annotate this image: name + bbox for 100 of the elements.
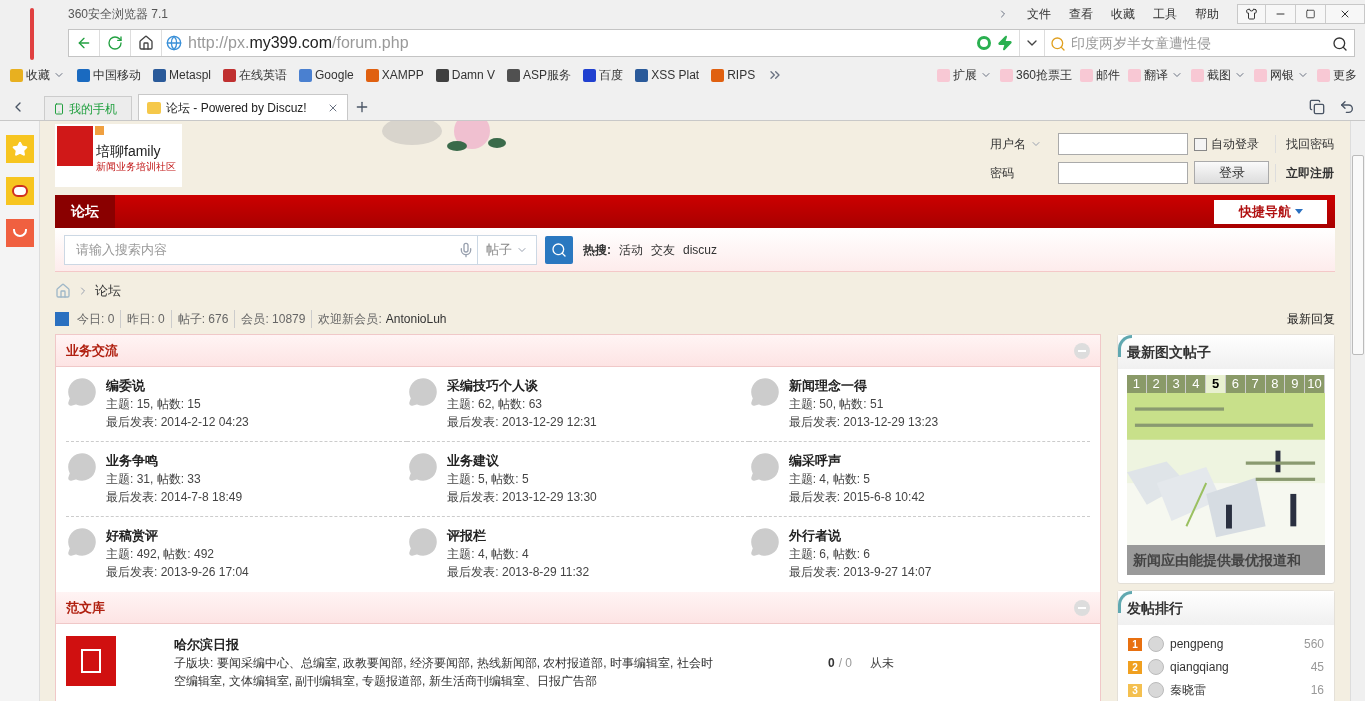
slide-tab[interactable]: 5 xyxy=(1206,375,1226,393)
bookmark-button[interactable]: 在线英语 xyxy=(223,66,288,84)
menu-item[interactable]: 查看 xyxy=(1069,5,1093,23)
register-link[interactable]: 立即注册 xyxy=(1275,163,1334,182)
menu-item[interactable]: 帮助 xyxy=(1195,5,1219,23)
forgot-password-link[interactable]: 找回密码 xyxy=(1275,135,1334,153)
tile-icon xyxy=(507,68,521,82)
bookmark-button[interactable]: Metaspl xyxy=(153,66,212,84)
forum-link[interactable]: 哈尔滨日报 xyxy=(174,636,724,654)
speech-bubble-icon xyxy=(66,452,98,482)
forum-link[interactable]: 评报栏 xyxy=(447,527,590,545)
favorites-button[interactable] xyxy=(5,135,34,163)
forum-link[interactable]: 外行者说 xyxy=(788,527,932,545)
weibo-button[interactable] xyxy=(5,177,34,205)
bookmark-button[interactable]: 中国移动 xyxy=(77,66,141,84)
bookmark-button[interactable]: 扩展 xyxy=(936,66,992,84)
bookmark-button[interactable]: 截图 xyxy=(1191,66,1246,84)
forum-topics: 主题: 15, 帖数: 15 xyxy=(106,396,202,413)
search-type-dropdown[interactable]: 帖子 xyxy=(477,234,537,265)
section-title[interactable]: 范文库 xyxy=(66,597,105,618)
forum-topics: 主题: 6, 帖数: 6 xyxy=(788,546,871,563)
new-tab-icon[interactable] xyxy=(354,99,370,115)
forum-link[interactable]: 新闻理念一得 xyxy=(788,377,939,395)
member-link[interactable]: AntonioLuh xyxy=(385,310,447,328)
user-link[interactable]: qiangqiang xyxy=(1170,658,1229,676)
avatar-icon[interactable] xyxy=(1148,636,1164,652)
hot-search-link[interactable]: 交友 xyxy=(651,240,675,259)
avatar-icon[interactable] xyxy=(1148,682,1164,698)
bookmark-button[interactable]: XAMPP xyxy=(365,66,424,84)
bookmark-button[interactable]: 更多 xyxy=(1317,66,1357,84)
user-link[interactable]: 秦晓雷 xyxy=(1170,681,1206,699)
lightning-icon[interactable] xyxy=(997,35,1013,51)
bookmark-button[interactable]: ASP服务 xyxy=(507,66,572,84)
forum-link[interactable]: 采编技巧个人谈 xyxy=(447,377,597,395)
stat-text: 昨日: 0 xyxy=(127,310,172,328)
logo-tagline: 新闻业务培训社区 xyxy=(96,162,176,172)
login-button[interactable]: 登录 xyxy=(1194,161,1269,184)
search-field[interactable]: 请输入搜索内容 xyxy=(64,234,478,265)
avatar-icon[interactable] xyxy=(1148,659,1164,675)
speech-bubble-icon xyxy=(66,527,98,557)
refresh-icon xyxy=(107,35,123,51)
forum-link[interactable]: 编委说 xyxy=(106,377,249,395)
window-title: 360安全浏览器 7.1 xyxy=(68,6,169,23)
post-count: 45 xyxy=(1310,659,1324,676)
undo-icon[interactable] xyxy=(1339,99,1355,115)
hot-search-link[interactable]: 活动 xyxy=(619,240,643,259)
site-logo[interactable]: 培聊family 新闻业务培训社区 xyxy=(55,124,182,187)
home-icon[interactable] xyxy=(55,283,71,299)
latest-reply-link[interactable]: 最新回复 xyxy=(1287,310,1335,328)
windows-icon[interactable] xyxy=(1309,99,1325,115)
tile-icon xyxy=(223,68,237,82)
today-count: 0 xyxy=(828,655,835,672)
address-field[interactable]: http://px.my399.com/forum.php xyxy=(188,31,409,55)
forum-link[interactable]: 编采呼声 xyxy=(788,452,925,470)
bookmark-button[interactable]: Google xyxy=(299,66,354,84)
tile-icon xyxy=(583,68,597,82)
section-title[interactable]: 业务交流 xyxy=(66,340,118,361)
bookmark-button[interactable]: 网银 xyxy=(1254,66,1309,84)
forum-topics: 主题: 492, 帖数: 492 xyxy=(106,546,216,563)
forum-topics: 主题: 62, 帖数: 63 xyxy=(447,396,544,413)
bookmark-button[interactable]: XSS Plat xyxy=(635,66,700,84)
card-title: 发帖排行 xyxy=(1127,598,1183,618)
bookmark-button[interactable]: 收藏 xyxy=(10,66,65,84)
menu-item[interactable]: 文件 xyxy=(1027,5,1051,23)
search-button[interactable] xyxy=(545,235,573,264)
microphone-icon[interactable] xyxy=(458,241,474,258)
rank-badge: 2 xyxy=(1128,660,1142,674)
hot-search-link[interactable]: discuz xyxy=(683,240,717,259)
bookmark-button[interactable]: RIPS xyxy=(711,66,756,84)
bookmark-button[interactable]: 百度 xyxy=(583,66,624,84)
bookmark-button[interactable]: 360抢票王 xyxy=(999,66,1072,84)
caret-icon xyxy=(1294,209,1303,214)
tile-icon xyxy=(10,68,23,82)
breadcrumb-link[interactable]: 论坛 xyxy=(95,281,121,301)
search-field[interactable]: 印度两岁半女童遭性侵 xyxy=(1044,30,1354,56)
search-icon xyxy=(551,241,567,258)
bookmark-button[interactable]: Damn V xyxy=(435,66,496,84)
bookmark-button[interactable]: 翻译 xyxy=(1128,66,1183,84)
username-field[interactable] xyxy=(1058,133,1188,155)
search-engine-icon[interactable] xyxy=(1050,36,1066,52)
stat-text: 今日: 0 xyxy=(77,310,122,328)
forum-last-post: 最后发表: 2013-9-26 17:04 xyxy=(106,564,249,581)
browser-tab[interactable]: 论坛 - Powered by Discuz! xyxy=(138,94,348,120)
remember-checkbox[interactable] xyxy=(1194,137,1207,151)
forum-link[interactable]: 业务争鸣 xyxy=(106,452,243,470)
nav-tab[interactable]: 论坛 xyxy=(55,195,115,228)
discount-button[interactable] xyxy=(5,219,34,247)
forum-last-post: 最后发表: 2013-12-29 13:23 xyxy=(788,414,939,431)
password-field[interactable] xyxy=(1058,161,1188,184)
quick-nav-button[interactable]: 快捷导航 xyxy=(1214,199,1327,224)
user-link[interactable]: pengpeng xyxy=(1170,635,1224,653)
forum-logo-icon[interactable] xyxy=(66,636,116,686)
search-icon[interactable] xyxy=(1332,36,1348,52)
forum-link[interactable]: 业务建议 xyxy=(447,452,597,470)
menu-item[interactable]: 收藏 xyxy=(1111,5,1135,23)
menu-item[interactable]: 工具 xyxy=(1153,5,1177,23)
phone-icon xyxy=(53,101,65,116)
bookmark-button[interactable]: 邮件 xyxy=(1080,66,1120,84)
forum-link[interactable]: 好稿赏评 xyxy=(106,527,249,545)
scrollbar-thumb[interactable] xyxy=(1352,155,1364,355)
